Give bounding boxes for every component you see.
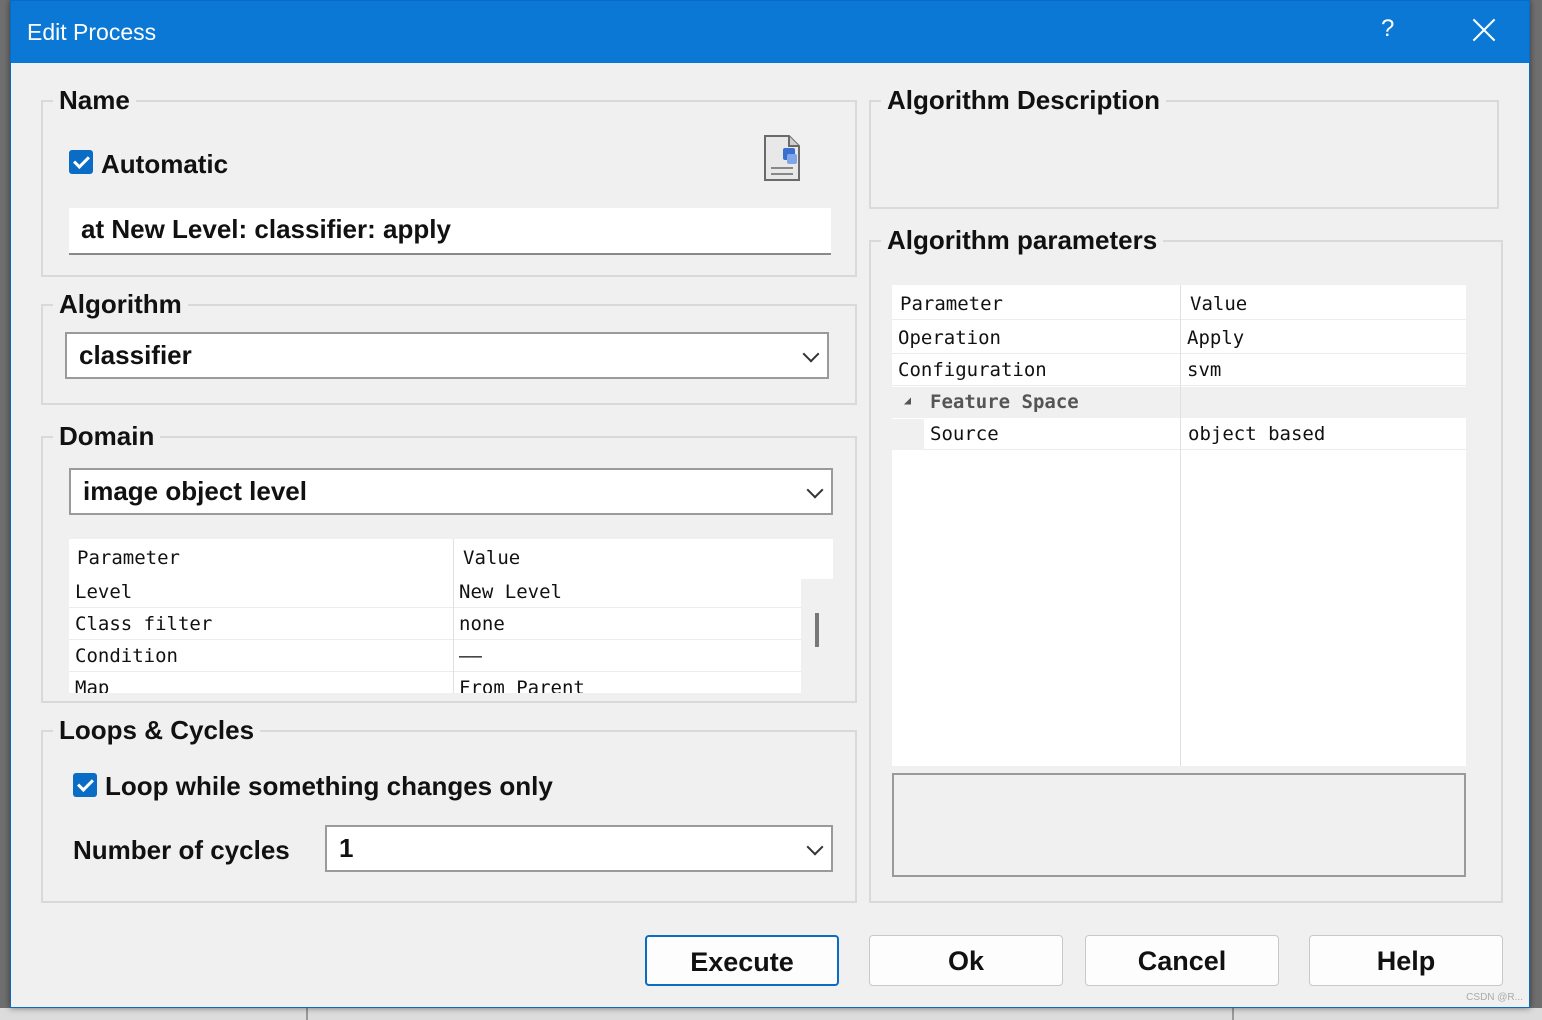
grid-cell-parameter: Configuration bbox=[898, 359, 1047, 381]
grid-header: Parameter Value bbox=[892, 289, 1466, 320]
grid-header-value: Value bbox=[463, 547, 521, 569]
grid-column-divider bbox=[453, 539, 454, 693]
loops-cycles-group: Loops & Cycles bbox=[41, 715, 857, 903]
algorithm-selected-value: classifier bbox=[79, 340, 192, 370]
grid-header-parameter: Parameter bbox=[77, 547, 180, 569]
algorithm-parameter-grid: Parameter Value Operation Apply Configur… bbox=[892, 285, 1466, 766]
grid-cell-parameter: Level bbox=[75, 581, 133, 603]
grid-header-value: Value bbox=[1190, 293, 1248, 315]
grid-row[interactable]: Map From Parent bbox=[69, 673, 801, 693]
grid-category-label: Feature Space bbox=[930, 391, 1079, 413]
grid-header-parameter: Parameter bbox=[900, 293, 1003, 315]
chevron-down-icon bbox=[802, 345, 820, 363]
grid-cell-parameter: Class filter bbox=[75, 613, 213, 635]
domain-legend: Domain bbox=[59, 421, 155, 451]
grid-row[interactable]: Level New Level bbox=[69, 577, 801, 608]
algorithm-legend: Algorithm bbox=[59, 289, 182, 319]
grid-cell-value: object based bbox=[1188, 423, 1326, 445]
grid-cell-value: —— bbox=[459, 645, 482, 667]
grid-cell-parameter: Map bbox=[75, 677, 110, 693]
chevron-down-icon bbox=[806, 481, 824, 499]
grid-cell-parameter: Source bbox=[930, 423, 999, 445]
grid-cell-parameter: Condition bbox=[75, 645, 178, 667]
chevron-down-icon bbox=[806, 838, 824, 856]
window-title: Edit Process bbox=[27, 19, 157, 45]
number-of-cycles-value: 1 bbox=[339, 833, 354, 863]
grid-cell-value: svm bbox=[1187, 359, 1222, 381]
grid-column-divider bbox=[1180, 285, 1181, 766]
loop-while-changes-checkbox[interactable] bbox=[73, 773, 97, 797]
ok-button[interactable]: Ok bbox=[869, 935, 1063, 986]
parameter-description-box bbox=[892, 773, 1466, 877]
name-legend: Name bbox=[59, 85, 130, 115]
loops-cycles-legend: Loops & Cycles bbox=[59, 715, 255, 745]
algorithm-parameters-legend: Algorithm parameters bbox=[887, 225, 1158, 255]
grid-cell-parameter: Operation bbox=[898, 327, 1001, 349]
domain-parameter-grid: Parameter Value Level New Level Class fi… bbox=[69, 539, 833, 693]
edit-name-icon[interactable] bbox=[763, 134, 803, 182]
title-bar[interactable]: Edit Process ? bbox=[11, 1, 1529, 63]
edit-process-dialog: Edit Process ? Name Automatic at New Lev… bbox=[10, 0, 1530, 1008]
grid-header: Parameter Value bbox=[69, 543, 833, 574]
background-taskbar bbox=[0, 1008, 1542, 1020]
process-name-field[interactable]: at New Level: classifier: apply bbox=[69, 208, 831, 255]
number-of-cycles-label: Number of cycles bbox=[73, 835, 290, 865]
domain-select[interactable]: image object level bbox=[69, 468, 833, 515]
grid-cell-value: Apply bbox=[1187, 327, 1245, 349]
grid-cell-value: none bbox=[459, 613, 505, 635]
grid-row[interactable]: Class filter none bbox=[69, 609, 801, 640]
algorithm-description-group: Algorithm Description bbox=[869, 85, 1499, 209]
number-of-cycles-select[interactable]: 1 bbox=[325, 825, 833, 872]
grid-row[interactable]: Condition —— bbox=[69, 641, 801, 672]
close-icon[interactable] bbox=[1469, 15, 1499, 45]
algorithm-description-legend: Algorithm Description bbox=[887, 85, 1161, 115]
expander-collapse-icon[interactable]: ◢ bbox=[904, 393, 911, 407]
grid-indent bbox=[892, 419, 924, 450]
grid-scrollbar-thumb[interactable] bbox=[815, 613, 819, 647]
automatic-label: Automatic bbox=[101, 149, 229, 179]
background-divider bbox=[306, 1008, 308, 1020]
grid-cell-value: New Level bbox=[459, 581, 562, 603]
grid-row[interactable]: Source object based bbox=[892, 419, 1466, 450]
grid-cell-value: From Parent bbox=[459, 677, 585, 693]
algorithm-select[interactable]: classifier bbox=[65, 332, 829, 379]
help-button[interactable]: Help bbox=[1309, 935, 1503, 986]
help-icon[interactable]: ? bbox=[1381, 15, 1394, 43]
grid-row[interactable]: Configuration svm bbox=[892, 355, 1466, 386]
loop-while-changes-label: Loop while something changes only bbox=[105, 771, 553, 801]
watermark: CSDN @R... bbox=[1466, 992, 1523, 1003]
grid-category-row[interactable]: ◢ Feature Space bbox=[892, 387, 1466, 418]
automatic-checkbox[interactable] bbox=[69, 150, 93, 174]
grid-row[interactable]: Operation Apply bbox=[892, 323, 1466, 354]
execute-button[interactable]: Execute bbox=[645, 935, 839, 986]
cancel-button[interactable]: Cancel bbox=[1085, 935, 1279, 986]
domain-selected-value: image object level bbox=[83, 476, 307, 506]
background-divider bbox=[1232, 1008, 1234, 1020]
